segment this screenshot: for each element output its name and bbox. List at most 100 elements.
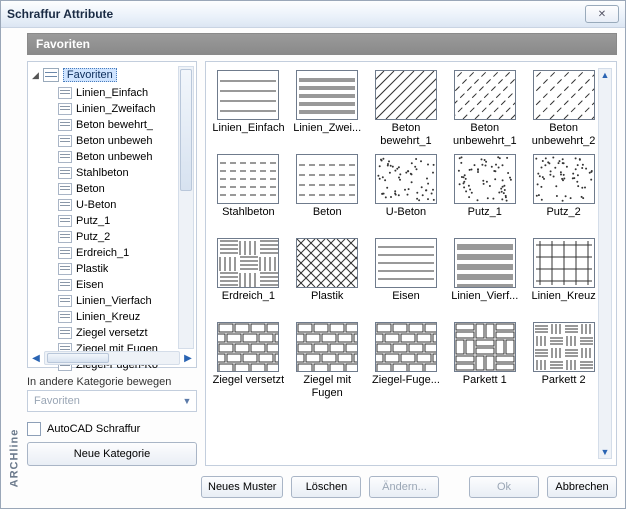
- window-title: Schraffur Attribute: [7, 7, 113, 21]
- swatch-preview: [296, 238, 358, 288]
- tree-item-label: Putz_1: [76, 215, 110, 227]
- swatch-preview: [296, 154, 358, 204]
- combo-value: Favoriten: [34, 395, 180, 407]
- tree-collapse-icon[interactable]: ◢: [32, 70, 39, 81]
- pattern-swatch[interactable]: Linien_Einfach: [212, 70, 285, 150]
- new-category-button[interactable]: Neue Kategorie: [27, 442, 197, 466]
- btn-label: Abbrechen: [555, 481, 608, 493]
- pattern-swatch[interactable]: Plastik: [291, 238, 364, 318]
- tree-item[interactable]: Erdreich_1: [58, 245, 196, 261]
- ok-button: Ok: [469, 476, 539, 498]
- pattern-swatch[interactable]: Beton bewehrt_1: [370, 70, 443, 150]
- tree-item-label: Beton unbeweh: [76, 151, 152, 163]
- hscroll-thumb[interactable]: [47, 353, 109, 363]
- tree-item[interactable]: Ziegel versetzt: [58, 325, 196, 341]
- tree-horizontal-scrollbar[interactable]: ◀ ▶: [30, 351, 194, 365]
- tree-root[interactable]: ◢ Favoriten: [30, 66, 196, 84]
- checkbox-label: AutoCAD Schraffur: [47, 423, 140, 435]
- scroll-right-icon[interactable]: ▶: [182, 352, 194, 364]
- close-button[interactable]: ✕: [585, 5, 619, 23]
- tree-item[interactable]: Eisen: [58, 277, 196, 293]
- pattern-swatch[interactable]: Parkett 2: [527, 322, 600, 402]
- pattern-icon: [58, 87, 72, 99]
- swatch-label: Beton unbewehrt_2: [528, 122, 600, 150]
- scroll-up-icon[interactable]: ▲: [599, 69, 611, 81]
- tree-item[interactable]: Beton unbeweh: [58, 133, 196, 149]
- pattern-icon: [58, 263, 72, 275]
- hscroll-track[interactable]: [44, 351, 180, 365]
- brand-sidebar: ARCHline: [7, 418, 21, 498]
- tree-item[interactable]: Linien_Vierfach: [58, 293, 196, 309]
- swatch-preview: [533, 70, 595, 120]
- scroll-down-icon[interactable]: ▼: [599, 446, 611, 458]
- swatch-preview: [533, 322, 595, 372]
- swatch-preview: [296, 70, 358, 120]
- tree-item[interactable]: Putz_1: [58, 213, 196, 229]
- swatch-preview: [375, 322, 437, 372]
- tree-item-label: Eisen: [76, 279, 104, 291]
- pattern-swatch[interactable]: Erdreich_1: [212, 238, 285, 318]
- client-area: Favoriten ◢ Favoriten Linien_EinfachLini…: [1, 27, 625, 508]
- title-bar: Schraffur Attribute ✕: [1, 1, 625, 28]
- pattern-swatch[interactable]: Ziegel mit Fugen: [291, 322, 364, 402]
- main-area: ◢ Favoriten Linien_Einfach Linien_Zweifac…: [27, 61, 617, 466]
- swatch-label: Ziegel-Fuge...: [370, 374, 442, 402]
- swatch-grid: Linien_EinfachLinien_Zwei...Beton bewehr…: [212, 70, 600, 402]
- cancel-button[interactable]: Abbrechen: [547, 476, 617, 498]
- scroll-left-icon[interactable]: ◀: [30, 352, 42, 364]
- gallery-scrollbar[interactable]: ▲ ▼: [598, 68, 612, 459]
- swatch-preview: [217, 238, 279, 288]
- tree-item[interactable]: Putz_2: [58, 229, 196, 245]
- pattern-swatch[interactable]: Putz_1: [448, 154, 521, 234]
- pattern-swatch[interactable]: Linien_Vierf...: [448, 238, 521, 318]
- pattern-icon: [58, 167, 72, 179]
- pattern-swatch[interactable]: Linien_Zwei...: [291, 70, 364, 150]
- swatch-preview: [296, 322, 358, 372]
- pattern-swatch[interactable]: Ziegel-Fuge...: [370, 322, 443, 402]
- autocad-hatch-checkbox[interactable]: AutoCAD Schraffur: [27, 422, 197, 436]
- pattern-swatch[interactable]: U-Beton: [370, 154, 443, 234]
- pattern-swatch[interactable]: Linien_Kreuz: [527, 238, 600, 318]
- pattern-swatch[interactable]: Eisen: [370, 238, 443, 318]
- tree-item[interactable]: Stahlbeton: [58, 165, 196, 181]
- modify-button: Ändern...: [369, 476, 439, 498]
- pattern-swatch[interactable]: Beton: [291, 154, 364, 234]
- swatch-preview: [375, 70, 437, 120]
- new-pattern-button[interactable]: Neues Muster: [201, 476, 283, 498]
- move-category-combo[interactable]: Favoriten ▼: [27, 390, 197, 412]
- tree-item[interactable]: U-Beton: [58, 197, 196, 213]
- swatch-label: Eisen: [370, 290, 442, 318]
- tree-item-label: U-Beton: [76, 199, 116, 211]
- swatch-label: Putz_1: [449, 206, 521, 234]
- swatch-label: Linien_Zwei...: [291, 122, 363, 150]
- tree-vertical-scrollbar[interactable]: [178, 66, 194, 349]
- tree-item-label: Putz_2: [76, 231, 110, 243]
- tree-item[interactable]: Beton unbeweh: [58, 149, 196, 165]
- tree-item[interactable]: Plastik: [58, 261, 196, 277]
- move-category-label: In andere Kategorie bewegen: [27, 376, 197, 388]
- pattern-swatch[interactable]: Beton unbewehrt_2: [527, 70, 600, 150]
- category-tree[interactable]: ◢ Favoriten Linien_Einfach Linien_Zweifac…: [27, 61, 197, 368]
- delete-button[interactable]: Löschen: [291, 476, 361, 498]
- pattern-swatch[interactable]: Ziegel versetzt: [212, 322, 285, 402]
- swatch-label: U-Beton: [370, 206, 442, 234]
- tree-item[interactable]: Linien_Einfach: [58, 85, 196, 101]
- swatch-preview: [454, 70, 516, 120]
- swatch-label: Linien_Einfach: [212, 122, 284, 150]
- tree-item[interactable]: Linien_Zweifach: [58, 101, 196, 117]
- tree-item[interactable]: Beton bewehrt_: [58, 117, 196, 133]
- brand-text: ARCHline: [8, 429, 20, 488]
- tree-item[interactable]: Beton: [58, 181, 196, 197]
- pattern-swatch[interactable]: Beton unbewehrt_1: [448, 70, 521, 150]
- tree-item-label: Linien_Zweifach: [76, 103, 156, 115]
- pattern-swatch[interactable]: Putz_2: [527, 154, 600, 234]
- swatch-label: Beton bewehrt_1: [370, 122, 442, 150]
- tree-item[interactable]: Linien_Kreuz: [58, 309, 196, 325]
- pattern-swatch[interactable]: Parkett 1: [448, 322, 521, 402]
- pattern-swatch[interactable]: Stahlbeton: [212, 154, 285, 234]
- swatch-label: Putz_2: [528, 206, 600, 234]
- chevron-down-icon: ▼: [180, 396, 194, 406]
- tree-item-label: Linien_Vierfach: [76, 295, 152, 307]
- scrollbar-thumb[interactable]: [180, 69, 192, 191]
- swatch-label: Linien_Vierf...: [449, 290, 521, 318]
